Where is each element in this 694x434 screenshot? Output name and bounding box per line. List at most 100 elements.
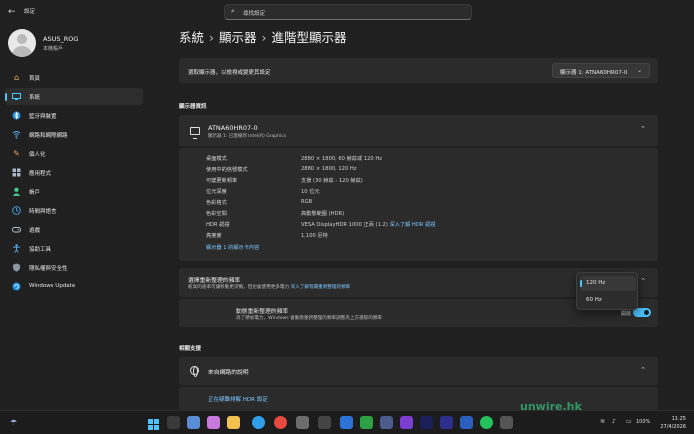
- weather-icon[interactable]: ☂: [10, 418, 17, 427]
- app-icon[interactable]: [380, 416, 393, 429]
- hdr-cert-link[interactable]: 深入了解 HDR 認證: [390, 222, 436, 228]
- help-from-web-card[interactable]: 來自網路的說明 ⌃: [179, 357, 658, 385]
- whatsapp-icon[interactable]: [480, 416, 493, 429]
- clock[interactable]: 11:25 27/4/2026: [660, 415, 686, 431]
- user-name: ASUS_ROG: [43, 35, 79, 43]
- chevron-up-icon[interactable]: ⌃: [640, 125, 646, 133]
- settings-gear-icon[interactable]: [296, 416, 309, 429]
- store-icon[interactable]: [340, 416, 353, 429]
- search-icon[interactable]: [167, 416, 180, 429]
- sidebar-item-network[interactable]: 網路和網際網路: [5, 126, 143, 143]
- info-value: 10 位元: [301, 189, 320, 195]
- info-value: 2880 × 1800, 60 赫茲或 120 Hz: [301, 156, 382, 162]
- adapter-properties-link[interactable]: 顯示器 1 的顯示卡內容: [206, 244, 259, 251]
- bluetooth-icon: [12, 111, 21, 120]
- sidebar-item-system[interactable]: 系統: [5, 88, 143, 105]
- main-content: 系統 › 顯示器 › 進階型顯示器 選取顯示器，以檢視或變更其設定 顯示器 1: ATN…: [150, 24, 694, 410]
- sidebar-item-label: Windows Update: [29, 283, 76, 289]
- sidebar-item-label: 帳戶: [29, 190, 41, 196]
- toggle-label: 開啟: [620, 311, 631, 317]
- search-icon: ⌕: [231, 7, 235, 15]
- copilot-icon[interactable]: [207, 416, 220, 429]
- info-label: 可變更新頻率: [206, 178, 238, 184]
- sidebar-item-label: 首頁: [29, 76, 41, 82]
- info-value: 支援 (30 赫茲 - 120 赫茲): [301, 178, 363, 184]
- breadcrumb-separator: ›: [209, 30, 215, 45]
- sidebar-item-time-language[interactable]: 時間與語言: [5, 202, 143, 219]
- volume-icon[interactable]: ♪: [612, 418, 616, 425]
- search-box[interactable]: ⌕ 尋找設定: [224, 4, 472, 20]
- chevron-up-icon[interactable]: ⌃: [640, 277, 646, 285]
- refresh-rate-desc-text: 較高的速率可讓移動更流暢，但也會使用更多電力: [188, 285, 290, 290]
- photoshop-icon[interactable]: [400, 416, 413, 429]
- chrome-icon[interactable]: [274, 416, 287, 429]
- sidebar-item-label: 隱私權與安全性: [29, 266, 68, 272]
- monitor-icon: [190, 127, 200, 139]
- sidebar-item-label: 時間與語言: [29, 209, 57, 215]
- breadcrumb-display[interactable]: 顯示器: [219, 30, 257, 45]
- info-value: RGB: [301, 199, 313, 205]
- sidebar: ASUS_ROG 本機帳戶 ⌂ 首頁 系統 藍牙與裝置 網路和網際網路 ✎ 個人…: [0, 24, 150, 410]
- dynamic-refresh-desc: 為了節省電力，Windows 會動態重新整理的頻率調整為上方選取的頻率: [236, 316, 383, 321]
- sidebar-item-label: 遊戲: [29, 228, 41, 234]
- info-value: 2880 × 1800, 120 Hz: [301, 166, 357, 172]
- premiere-icon[interactable]: [420, 416, 433, 429]
- chevron-up-icon[interactable]: ⌃: [640, 366, 646, 374]
- avatar[interactable]: [8, 29, 36, 57]
- info-row: 使用中的信號模式 2880 × 1800, 120 Hz: [206, 166, 357, 173]
- account-icon: [12, 187, 21, 196]
- related-support-heading: 相關支援: [179, 346, 202, 352]
- clock-time: 11:25: [671, 416, 686, 422]
- sidebar-item-privacy[interactable]: 隱私權與安全性: [5, 259, 143, 276]
- sidebar-item-bluetooth[interactable]: 藍牙與裝置: [5, 107, 143, 124]
- start-icon[interactable]: [147, 416, 160, 430]
- select-display-card: 選取顯示器，以檢視或變更其設定 顯示器 1: ATNA60HR07-0 ⌄: [179, 58, 658, 83]
- sidebar-item-accessibility[interactable]: 協助工具: [5, 240, 143, 257]
- info-value: VESA DisplayHDR 1000 正兩 (1.2) 深入了解 HDR 認…: [301, 221, 435, 228]
- sidebar-item-gaming[interactable]: 遊戲: [5, 221, 143, 238]
- sidebar-item-label: 應用程式: [29, 171, 52, 177]
- sidebar-item-home[interactable]: ⌂ 首頁: [5, 69, 143, 86]
- edge-icon[interactable]: [252, 416, 265, 429]
- info-value: 1,100 尼特: [301, 233, 328, 239]
- info-row: 桌面模式 2880 × 1800, 60 赫茲或 120 Hz: [206, 155, 382, 162]
- refresh-rate-learn-link[interactable]: 深入了解有關重新整理的頻率: [291, 285, 351, 290]
- app-icon[interactable]: [318, 416, 331, 429]
- app-icon[interactable]: [460, 416, 473, 429]
- app-icon[interactable]: [500, 416, 513, 429]
- display-select-dropdown[interactable]: 顯示器 1: ATNA60HR07-0 ⌄: [552, 63, 650, 78]
- refresh-option-60[interactable]: 60 Hz: [580, 293, 636, 308]
- xbox-icon[interactable]: [360, 416, 373, 429]
- sidebar-item-accounts[interactable]: 帳戶: [5, 183, 143, 200]
- battery-percent: 100%: [636, 419, 651, 425]
- user-account-type: 本機帳戶: [43, 46, 64, 52]
- sidebar-item-windows-update[interactable]: Windows Update: [5, 278, 143, 295]
- hdr-troubleshoot-link[interactable]: 正在疑難排解 HDR 設定: [208, 395, 268, 403]
- info-label: 位元深度: [206, 189, 227, 195]
- hdr-cert-value: VESA DisplayHDR 1000 正兩 (1.2): [301, 222, 388, 228]
- clock-globe-icon: [12, 206, 21, 215]
- display-info-heading: 顯示器資訊: [179, 104, 207, 110]
- monitor-header-card[interactable]: ATNA60HR07-0 顯示器 1: 已連線到 Intel(R) Graphi…: [179, 115, 658, 146]
- refresh-option-120[interactable]: 120 Hz: [580, 276, 636, 291]
- back-arrow-icon[interactable]: ←: [8, 7, 16, 17]
- refresh-rate-desc: 較高的速率可讓移動更流暢，但也會使用更多電力 深入了解有關重新整理的頻率: [188, 284, 350, 290]
- wifi-icon[interactable]: ≋: [600, 418, 605, 425]
- chevron-down-icon: ⌄: [636, 67, 642, 74]
- home-icon: ⌂: [13, 73, 20, 82]
- sidebar-item-apps[interactable]: 應用程式: [5, 164, 143, 181]
- battery-icon[interactable]: ▭: [626, 418, 632, 425]
- file-explorer-icon[interactable]: [227, 416, 240, 429]
- sidebar-item-label: 網路和網際網路: [29, 133, 68, 139]
- app-icon[interactable]: [440, 416, 453, 429]
- breadcrumb-separator: ›: [261, 30, 267, 45]
- info-row: HDR 認證 VESA DisplayHDR 1000 正兩 (1.2) 深入了解…: [206, 221, 435, 228]
- monitor-connection: 顯示器 1: 已連線到 Intel(R) Graphics: [208, 134, 287, 139]
- info-label: 使用中的信號模式: [206, 167, 248, 173]
- sidebar-item-personalization[interactable]: ✎ 個人化: [5, 145, 143, 162]
- sidebar-item-label: 系統: [29, 95, 41, 101]
- globe-icon: [190, 366, 199, 377]
- breadcrumb-system[interactable]: 系統: [179, 30, 204, 45]
- task-view-icon[interactable]: [187, 416, 200, 429]
- title-bar: ← 設定 ⌕ 尋找設定: [0, 0, 694, 24]
